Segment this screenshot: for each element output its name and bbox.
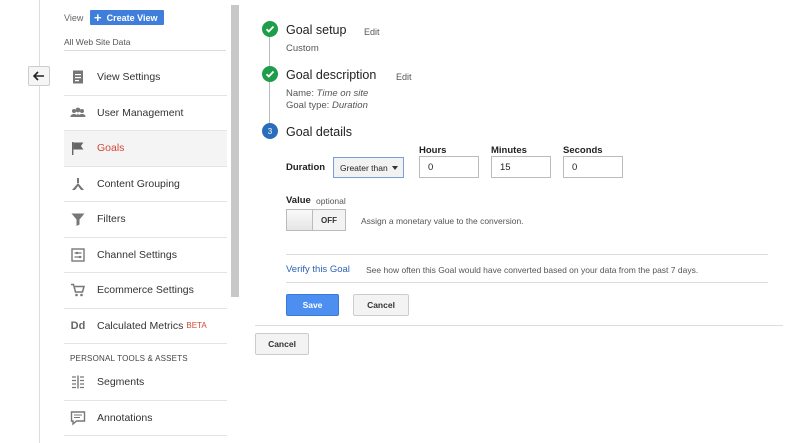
minutes-label: Minutes — [491, 145, 527, 156]
arrow-left-icon — [33, 71, 44, 81]
nav-item-user-management[interactable]: User Management — [64, 96, 227, 131]
content-grouping-icon — [70, 176, 86, 192]
users-icon — [70, 105, 86, 121]
toggle-knob — [287, 210, 313, 230]
name-value: Time on site — [316, 88, 369, 99]
channel-settings-icon — [70, 247, 86, 263]
divider — [255, 325, 783, 326]
verify-goal-link[interactable]: Verify this Goal — [286, 264, 350, 275]
nav-item-annotations[interactable]: Annotations — [64, 401, 227, 436]
goal-description-summary: Name: Time on site Goal type: Duration — [286, 88, 368, 112]
nav-label: Channel Settings — [97, 248, 177, 261]
cart-icon — [70, 282, 86, 298]
verify-description: See how often this Goal would have conve… — [366, 265, 699, 275]
view-name: All Web Site Data — [64, 37, 131, 47]
nav-label: User Management — [97, 106, 184, 119]
step-title-goal-setup: Goal setup — [286, 23, 347, 37]
back-button[interactable] — [28, 66, 50, 86]
nav-item-ecommerce-settings[interactable]: Ecommerce Settings — [64, 273, 227, 309]
cancel-goal-button[interactable]: Cancel — [255, 333, 309, 355]
step-title-goal-description: Goal description — [286, 68, 377, 82]
comparison-value: Greater than — [340, 162, 388, 173]
segments-icon — [70, 374, 86, 390]
nav-item-calculated-metrics[interactable]: Dd Calculated Metrics BETA — [64, 309, 227, 344]
section-header-personal: PERSONAL TOOLS & ASSETS — [70, 354, 188, 363]
view-label: View — [64, 13, 84, 23]
edit-goal-description-link[interactable]: Edit — [396, 72, 412, 82]
type-value: Duration — [331, 100, 368, 111]
seconds-label: Seconds — [563, 145, 603, 156]
chevron-down-icon — [392, 166, 398, 170]
nav-item-channel-settings[interactable]: Channel Settings — [64, 238, 227, 273]
nav-label: View Settings — [97, 71, 161, 84]
flag-icon — [70, 140, 86, 156]
admin-nav: View Settings User Management Goals Cont… — [64, 60, 227, 344]
hours-label: Hours — [419, 145, 447, 156]
nav-label: Content Grouping — [97, 177, 180, 190]
comparison-select[interactable]: Greater than — [333, 157, 404, 178]
value-optional-label: optional — [316, 196, 346, 206]
nav-item-content-grouping[interactable]: Content Grouping — [64, 167, 227, 202]
type-label: Goal type: — [286, 100, 330, 111]
nav-label: Ecommerce Settings — [97, 284, 194, 297]
cancel-button[interactable]: Cancel — [353, 294, 409, 316]
nav-label: Annotations — [97, 411, 153, 424]
nav-item-segments[interactable]: Segments — [64, 365, 227, 401]
nav-item-goals[interactable]: Goals — [64, 131, 227, 167]
value-help-text: Assign a monetary value to the conversio… — [361, 216, 524, 226]
nav-label: Calculated Metrics — [97, 319, 184, 332]
nav-label: Goals — [97, 142, 125, 155]
calculated-metrics-icon: Dd — [70, 319, 86, 332]
filter-icon — [70, 211, 86, 227]
save-button[interactable]: Save — [286, 294, 339, 316]
check-icon — [262, 21, 278, 37]
divider — [286, 254, 768, 255]
goal-setup-summary: Custom — [286, 43, 319, 54]
annotations-icon — [70, 410, 86, 426]
scrollbar[interactable] — [231, 5, 239, 297]
nav-item-filters[interactable]: Filters — [64, 202, 227, 238]
step-number-badge: 3 — [262, 123, 278, 139]
check-icon — [262, 66, 278, 82]
divider — [64, 50, 226, 51]
goal-editor: Goal setup Edit Custom Goal description … — [255, 0, 795, 443]
edit-goal-setup-link[interactable]: Edit — [364, 27, 380, 37]
nav-label: Segments — [97, 376, 145, 389]
personal-nav: Segments Annotations — [64, 365, 227, 436]
step-title-goal-details: Goal details — [286, 125, 353, 139]
create-view-label: Create View — [106, 12, 158, 23]
divider — [286, 282, 768, 283]
seconds-input[interactable]: 0 — [563, 156, 623, 178]
plus-icon: + — [94, 9, 102, 25]
toggle-state: OFF — [313, 210, 345, 230]
hours-input[interactable]: 0 — [419, 156, 479, 178]
nav-item-view-settings[interactable]: View Settings — [64, 60, 227, 96]
beta-badge: BETA — [186, 321, 207, 331]
create-view-button[interactable]: + Create View — [90, 10, 164, 25]
minutes-input[interactable]: 15 — [491, 156, 551, 178]
value-toggle[interactable]: OFF — [286, 209, 346, 231]
duration-label: Duration — [286, 162, 326, 173]
nav-label: Filters — [97, 213, 126, 226]
document-icon — [70, 69, 86, 85]
name-label: Name: — [286, 88, 314, 99]
value-label: Value — [286, 195, 311, 206]
